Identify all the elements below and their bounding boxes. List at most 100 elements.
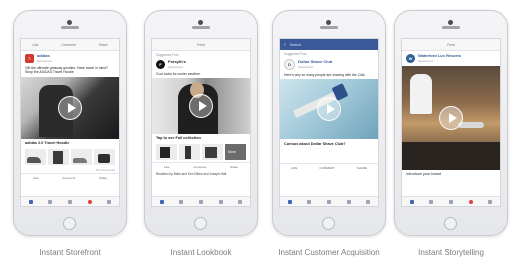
- news-feed-icon[interactable]: [409, 199, 414, 204]
- post-header: W Waterford Lux Resorts Sponsored: [402, 51, 500, 66]
- home-button[interactable]: [322, 217, 335, 230]
- action-tabs: Like Comment Share: [21, 39, 119, 51]
- speaker: [320, 26, 338, 29]
- news-feed-icon[interactable]: [287, 199, 292, 204]
- friends-icon[interactable]: [179, 199, 184, 204]
- share-button[interactable]: Share: [99, 176, 107, 180]
- notifications-icon[interactable]: [346, 199, 351, 204]
- phone-instant-storytelling: Feed W Waterford Lux Resorts Sponsored I…: [394, 10, 508, 236]
- search-bar: ‹ Search: [280, 39, 378, 50]
- menu-icon[interactable]: [488, 199, 493, 204]
- globe-icon[interactable]: [448, 199, 453, 204]
- product-carousel: More: [152, 142, 250, 162]
- post-actions: Like Comment Share: [21, 172, 119, 182]
- play-icon[interactable]: [58, 95, 82, 120]
- sponsored-label: Sponsored: [298, 64, 313, 69]
- news-feed-icon[interactable]: [28, 199, 33, 204]
- phone-instant-customer-acquisition: ‹ Search Suggested Post D Dollar Shave C…: [272, 10, 386, 236]
- menu-icon[interactable]: [238, 199, 243, 204]
- tab-share[interactable]: Share: [99, 43, 108, 47]
- feed-title: Feed: [447, 42, 455, 47]
- notifications-icon[interactable]: [218, 199, 223, 204]
- label-instant-lookbook: Instant Lookbook: [170, 248, 232, 257]
- front-camera: [326, 20, 331, 25]
- tab-comment[interactable]: Comment: [61, 43, 76, 47]
- share-button[interactable]: Share: [230, 165, 238, 169]
- label-instant-customer-acquisition: Instant Customer Acquisition: [278, 248, 380, 257]
- comment-button[interactable]: COMMENT: [319, 166, 335, 170]
- front-camera: [67, 20, 72, 25]
- product-thumb-bag[interactable]: [94, 148, 115, 165]
- tab-like[interactable]: Like: [32, 43, 38, 47]
- video-media[interactable]: [152, 78, 250, 135]
- more-button[interactable]: More: [225, 144, 246, 161]
- product-thumb-shirt[interactable]: [156, 144, 177, 161]
- product-thumb-shoe-2[interactable]: [71, 148, 92, 165]
- phone-screen: Feed Suggested Post F Forsyth's Sponsore…: [151, 38, 251, 207]
- notifications-icon[interactable]: [87, 199, 92, 204]
- comment-button[interactable]: Comment: [193, 165, 206, 169]
- reaction-text[interactable]: Reaction by Mark and Ken Dikes and Josep…: [152, 171, 250, 177]
- waterford-logo-icon[interactable]: W: [406, 54, 415, 63]
- globe-icon[interactable]: [198, 199, 203, 204]
- top-bar: Feed: [402, 39, 500, 51]
- friends-icon[interactable]: [429, 199, 434, 204]
- post-header: ≡ adidas Sponsored: [21, 51, 119, 66]
- speaker: [442, 26, 460, 29]
- friends-icon[interactable]: [48, 199, 53, 204]
- story-caption: Introduce your brand: [406, 172, 442, 176]
- phone-instant-storefront: Like Comment Share ≡ adidas Sponsored Gi…: [13, 10, 127, 236]
- globe-icon[interactable]: [67, 199, 72, 204]
- acquisition-cta[interactable]: Curious about Dollar Shave Club?: [280, 139, 378, 149]
- collection-cta[interactable]: Tap to see Fall collection: [152, 134, 250, 142]
- post-header: D Dollar Shave Club Sponsored: [280, 56, 378, 73]
- sponsored-label: Sponsored: [418, 58, 433, 63]
- post-actions: LIKE COMMENT SHARE: [280, 163, 378, 172]
- label-instant-storytelling: Instant Storytelling: [418, 248, 484, 257]
- share-button[interactable]: SHARE: [357, 166, 367, 170]
- like-button[interactable]: LIKE: [291, 166, 298, 170]
- news-feed-icon[interactable]: [159, 199, 164, 204]
- forsyths-logo-icon[interactable]: F: [156, 60, 165, 69]
- sponsored-label: Sponsored: [37, 58, 52, 63]
- post-caption: Gift the ultimate getaway goodies. Have …: [25, 66, 108, 75]
- adidas-logo-icon[interactable]: ≡: [25, 54, 34, 63]
- video-media[interactable]: [402, 66, 500, 170]
- phone-screen: Like Comment Share ≡ adidas Sponsored Gi…: [20, 38, 120, 207]
- home-button[interactable]: [444, 217, 457, 230]
- product-thumb-jacket[interactable]: [48, 148, 69, 165]
- video-media[interactable]: [280, 79, 378, 140]
- bottom-nav: [280, 196, 378, 206]
- play-icon[interactable]: [317, 97, 341, 122]
- friends-icon[interactable]: [307, 199, 312, 204]
- speaker: [61, 26, 79, 29]
- home-button[interactable]: [194, 217, 207, 230]
- menu-icon[interactable]: [366, 199, 371, 204]
- dollar-shave-club-logo-icon[interactable]: D: [284, 59, 295, 70]
- product-thumb-sweater[interactable]: [202, 144, 223, 161]
- bottom-nav: [152, 196, 250, 206]
- phone-screen: ‹ Search Suggested Post D Dollar Shave C…: [279, 38, 379, 207]
- menu-icon[interactable]: [107, 199, 112, 204]
- home-button[interactable]: [63, 217, 76, 230]
- back-arrow-icon[interactable]: ‹: [284, 42, 286, 48]
- label-instant-storefront: Instant Storefront: [39, 248, 101, 257]
- product-carousel: [21, 147, 119, 167]
- globe-icon[interactable]: [326, 199, 331, 204]
- search-input[interactable]: Search: [290, 43, 301, 47]
- phone-instant-lookbook: Feed Suggested Post F Forsyth's Sponsore…: [144, 10, 258, 236]
- notifications-icon[interactable]: [468, 199, 473, 204]
- comment-button[interactable]: Comment: [62, 176, 75, 180]
- like-button[interactable]: Like: [164, 165, 170, 169]
- video-media[interactable]: [21, 76, 119, 139]
- speaker: [192, 26, 210, 29]
- product-thumb-pants[interactable]: [179, 144, 200, 161]
- chef-figure: [410, 74, 432, 114]
- play-icon[interactable]: [439, 106, 463, 130]
- product-title[interactable]: adidas 2.0 Travel Hoodie: [21, 139, 119, 147]
- product-thumb-shoe[interactable]: [25, 148, 46, 165]
- sponsored-label: Sponsored: [168, 64, 183, 69]
- phone-screen: Feed W Waterford Lux Resorts Sponsored I…: [401, 38, 501, 207]
- like-button[interactable]: Like: [33, 176, 39, 180]
